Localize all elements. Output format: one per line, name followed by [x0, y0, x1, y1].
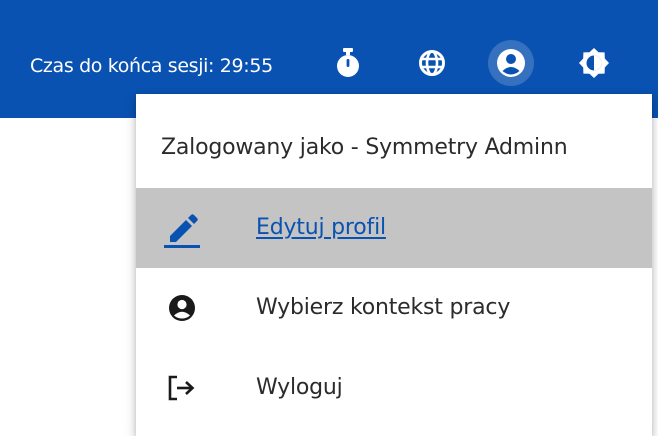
edit-profile-link[interactable]: Edytuj profil — [256, 188, 386, 268]
language-button[interactable] — [409, 40, 455, 86]
timer-button[interactable] — [325, 40, 371, 86]
timer-icon — [335, 48, 361, 78]
brightness-icon — [578, 47, 610, 79]
account-circle-icon — [496, 48, 526, 78]
logout-icon — [162, 368, 202, 408]
account-button[interactable] — [488, 40, 534, 86]
page: Czas do końca sesji: 29:55 Zalogowany ja… — [0, 0, 658, 436]
edit-pencil-icon — [162, 208, 202, 248]
session-timer-label: Czas do końca sesji: 29:55 — [30, 55, 273, 77]
menu-item-logout[interactable]: Wyloguj — [136, 348, 652, 428]
account-circle-icon — [162, 288, 202, 328]
menu-item-choose-context[interactable]: Wybierz kontekst pracy — [136, 268, 652, 348]
logged-in-as-label: Zalogowany jako - Symmetry Adminn — [161, 135, 568, 160]
account-dropdown-menu: Zalogowany jako - Symmetry Adminn Edytuj… — [136, 94, 652, 436]
choose-context-label: Wybierz kontekst pracy — [256, 295, 511, 320]
globe-icon — [418, 49, 446, 77]
theme-button[interactable] — [571, 40, 617, 86]
logout-label: Wyloguj — [256, 375, 343, 400]
menu-item-edit-profile[interactable]: Edytuj profil — [136, 188, 652, 268]
